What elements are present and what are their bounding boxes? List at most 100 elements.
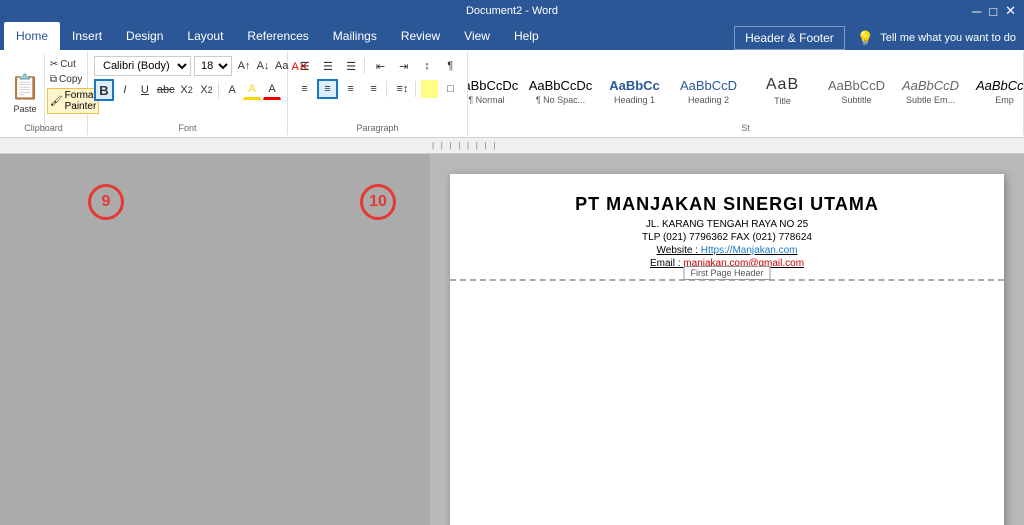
style-item-subtle-em[interactable]: AaBbCcD Subtle Em...	[896, 60, 966, 122]
style-label-subtitle: Subtitle	[841, 95, 871, 105]
divider3	[386, 81, 390, 97]
style-item-no-spacing[interactable]: AaBbCcDc ¶ No Spac...	[526, 60, 596, 122]
ribbon-toolbar: 📋 Paste ✂ Cut ⧉ Copy 🖌 Format Painter	[0, 50, 1024, 138]
align-right-button[interactable]: ≡	[340, 79, 361, 99]
style-label-emp: Emp	[995, 95, 1014, 105]
ruler: | | | | | | | |	[0, 138, 1024, 154]
website-url[interactable]: Https://Manjakan.com	[701, 245, 798, 256]
company-website: Website : Https://Manjakan.com	[510, 245, 944, 256]
annotation-9: 9	[88, 184, 124, 220]
tab-review[interactable]: Review	[389, 22, 452, 50]
clipboard-group-label: Clipboard	[0, 123, 87, 133]
italic-button[interactable]: I	[116, 80, 134, 100]
show-hide-button[interactable]: ¶	[440, 56, 461, 76]
font-size-select[interactable]: 18	[194, 56, 232, 76]
tab-insert[interactable]: Insert	[60, 22, 114, 50]
app-container: Document2 - Word ─ □ ✕ Home Insert Desig…	[0, 0, 1024, 525]
shrink-font-button[interactable]: A↓	[254, 57, 272, 75]
para-row1: ☰ ☰ ☰ ⇤ ⇥ ↕ ¶	[294, 56, 461, 76]
document-area[interactable]: PT MANJAKAN SINERGI UTAMA JL. KARANG TEN…	[430, 154, 1024, 525]
borders-button[interactable]: □	[440, 79, 461, 99]
close-btn[interactable]: ✕	[1005, 3, 1016, 19]
tab-home[interactable]: Home	[4, 22, 60, 50]
font-size-buttons: A↑ A↓	[235, 57, 272, 75]
cut-label: Cut	[60, 59, 76, 70]
left-panel: 9 10	[0, 154, 430, 525]
company-contact: TLP (021) 7796362 FAX (021) 778624	[510, 232, 944, 243]
text-effect-button[interactable]: A	[223, 80, 241, 100]
divider	[218, 82, 222, 98]
align-left-button[interactable]: ≡	[294, 79, 315, 99]
document-page: PT MANJAKAN SINERGI UTAMA JL. KARANG TEN…	[450, 174, 1004, 525]
style-label-normal: ¶ Normal	[468, 95, 504, 105]
tab-view[interactable]: View	[452, 22, 502, 50]
numbering-button[interactable]: ☰	[317, 56, 338, 76]
content-area: 9 10 PT MANJAKAN SINERGI UTAMA JL. KARAN…	[0, 154, 1024, 525]
font-color-button[interactable]: A	[263, 80, 281, 100]
paste-icon: 📋	[10, 73, 40, 102]
first-page-header-label: First Page Header	[683, 266, 770, 280]
style-item-emp[interactable]: AaBbCcD Emp	[970, 60, 1024, 122]
style-preview-subtle-em: AaBbCcD	[902, 78, 959, 93]
tab-right-area: Header & Footer 💡 Tell me what you want …	[734, 26, 1024, 50]
title-bar-text: Document2 - Word	[466, 5, 558, 17]
tab-design[interactable]: Design	[114, 22, 175, 50]
tab-layout[interactable]: Layout	[175, 22, 235, 50]
para-group-content: ☰ ☰ ☰ ⇤ ⇥ ↕ ¶ ≡ ≡ ≡ ≡ ≡↕	[294, 54, 461, 113]
increase-indent-button[interactable]: ⇥	[393, 56, 414, 76]
font-group-content: Calibri (Body) 18 A↑ A↓ Aa A✕ B	[94, 54, 281, 115]
divider4	[415, 81, 419, 97]
email-prefix: Email :	[650, 258, 683, 269]
font-group-label: Font	[88, 123, 287, 133]
decrease-indent-button[interactable]: ⇤	[370, 56, 391, 76]
tell-me-text[interactable]: Tell me what you want to do	[880, 32, 1016, 44]
line-spacing-button[interactable]: ≡↕	[392, 79, 413, 99]
style-preview-normal: AaBbCcDc	[468, 78, 518, 93]
style-preview-emp: AaBbCcD	[976, 78, 1024, 93]
multilevel-button[interactable]: ☰	[341, 56, 362, 76]
style-item-heading1[interactable]: AaBbCc Heading 1	[600, 60, 670, 122]
copy-icon: ⧉	[50, 74, 57, 85]
cut-icon: ✂	[50, 59, 58, 70]
company-address: JL. KARANG TENGAH RAYA NO 25	[510, 219, 944, 230]
divider2	[364, 58, 368, 74]
change-case-button[interactable]: Aa	[275, 57, 288, 75]
paste-label: Paste	[13, 104, 36, 114]
bold-button[interactable]: B	[94, 79, 114, 101]
style-preview-no-spacing: AaBbCcDc	[529, 78, 593, 93]
font-family-select[interactable]: Calibri (Body)	[94, 56, 191, 76]
styles-content: AaBbCcDc ¶ Normal AaBbCcDc ¶ No Spac... …	[468, 54, 1024, 128]
subscript-button[interactable]: X2	[178, 80, 196, 100]
tab-header-footer[interactable]: Header & Footer	[734, 26, 845, 50]
title-bar: Document2 - Word ─ □ ✕	[0, 0, 1024, 22]
shading-button[interactable]	[421, 80, 438, 98]
tab-references[interactable]: References	[235, 22, 320, 50]
grow-font-button[interactable]: A↑	[235, 57, 253, 75]
align-center-button[interactable]: ≡	[317, 79, 338, 99]
styles-group-label: St	[468, 123, 1023, 133]
style-item-title[interactable]: AaB Title	[748, 60, 818, 122]
superscript-button[interactable]: X2	[198, 80, 216, 100]
lightbulb-icon: 💡	[857, 30, 874, 47]
bullets-button[interactable]: ☰	[294, 56, 315, 76]
tab-help[interactable]: Help	[502, 22, 551, 50]
style-item-heading2[interactable]: AaBbCcD Heading 2	[674, 60, 744, 122]
ruler-marks: | | | | | | | |	[432, 141, 495, 150]
justify-button[interactable]: ≡	[363, 79, 384, 99]
maximize-btn[interactable]: □	[989, 4, 997, 19]
highlight-button[interactable]: A	[243, 80, 261, 100]
paste-button[interactable]: 📋 Paste	[6, 54, 45, 133]
minimize-btn[interactable]: ─	[972, 4, 981, 19]
tab-mailings[interactable]: Mailings	[321, 22, 389, 50]
style-item-normal[interactable]: AaBbCcDc ¶ Normal	[468, 60, 522, 122]
company-name: PT MANJAKAN SINERGI UTAMA	[510, 194, 944, 215]
website-prefix: Website :	[657, 245, 701, 256]
annotation-10: 10	[360, 184, 396, 220]
font-row2: B I U abc X2 X2 A A A	[94, 79, 281, 101]
underline-button[interactable]: U	[136, 80, 154, 100]
copy-label: Copy	[59, 74, 82, 85]
sort-button[interactable]: ↕	[416, 56, 437, 76]
strikethrough-button[interactable]: abc	[156, 80, 176, 100]
style-item-subtitle[interactable]: AaBbCcD Subtitle	[822, 60, 892, 122]
style-label-title: Title	[774, 96, 791, 106]
